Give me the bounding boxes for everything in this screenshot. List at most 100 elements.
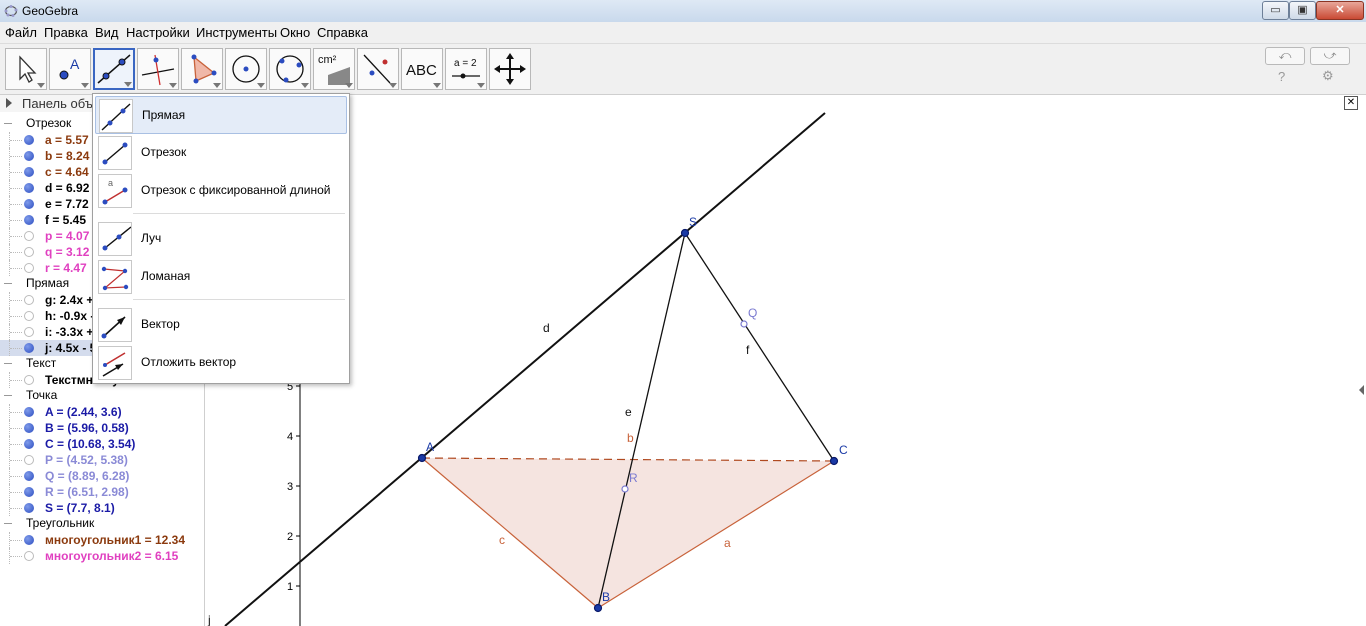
category-header[interactable]: Прямая <box>26 276 69 290</box>
line-tool-button[interactable] <box>93 48 135 90</box>
text-tool-button[interactable]: ABC <box>401 48 443 90</box>
redo-button[interactable]: ⤻ <box>1310 47 1350 65</box>
visibility-toggle-icon[interactable] <box>24 151 34 161</box>
algebra-row[interactable]: многоугольник1 = 12.34 <box>0 532 204 548</box>
visibility-toggle-icon[interactable] <box>24 535 34 545</box>
visibility-toggle-icon[interactable] <box>24 503 34 513</box>
category-header[interactable]: Отрезок <box>26 116 71 130</box>
dropdown-label: Ломаная <box>141 269 191 283</box>
point-S[interactable] <box>680 228 690 238</box>
visibility-toggle-icon[interactable] <box>24 135 34 145</box>
maximize-button[interactable]: ▣ <box>1289 1 1316 20</box>
visibility-toggle-icon[interactable] <box>24 295 34 305</box>
visibility-toggle-icon[interactable] <box>24 327 34 337</box>
algebra-object-text: i: -3.3x + <box>45 325 94 339</box>
slider-tool-button[interactable]: a = 2 <box>445 48 487 90</box>
visibility-toggle-icon[interactable] <box>24 215 34 225</box>
visibility-toggle-icon[interactable] <box>24 407 34 417</box>
menu-edit[interactable]: Правка <box>44 25 88 40</box>
point-C[interactable] <box>829 456 839 466</box>
circle-tool-button[interactable] <box>225 48 267 90</box>
object-label: j <box>207 613 211 626</box>
move-tool-button[interactable] <box>5 48 47 90</box>
algebra-row[interactable]: многоугольник2 = 6.15 <box>0 548 204 564</box>
algebra-row[interactable]: A = (2.44, 3.6) <box>0 404 204 420</box>
visibility-toggle-icon[interactable] <box>24 455 34 465</box>
minimize-button[interactable]: ▭ <box>1262 1 1289 20</box>
side-panel-arrow-icon[interactable] <box>1359 385 1364 395</box>
visibility-toggle-icon[interactable] <box>24 551 34 561</box>
menu-settings[interactable]: Настройки <box>126 25 190 40</box>
menu-file[interactable]: Файл <box>5 25 37 40</box>
collapse-category-icon[interactable] <box>4 395 12 396</box>
visibility-toggle-icon[interactable] <box>24 343 34 353</box>
category-header[interactable]: Текст <box>26 356 56 370</box>
graphics-view[interactable]: 54321 SQACRBdfebcaj ✕ <box>205 95 1366 626</box>
point-R[interactable] <box>621 485 629 493</box>
dropdown-item-line[interactable]: Прямая <box>95 96 347 134</box>
menu-tools[interactable]: Инструменты <box>196 25 277 40</box>
category-header[interactable]: Треугольник <box>26 516 94 530</box>
polyline-icon <box>98 260 132 294</box>
construction-canvas[interactable]: 54321 SQA CRBdfebc aj <box>205 95 1366 626</box>
menu-window[interactable]: Окно <box>280 25 310 40</box>
menu-help[interactable]: Справка <box>317 25 368 40</box>
toolbar: A cm² ABC a = 2 ⤺ ⤻ ? ⚙ <box>0 44 1366 95</box>
algebra-row[interactable]: Q = (8.89, 6.28) <box>0 468 204 484</box>
reflect-tool-button[interactable] <box>357 48 399 90</box>
visibility-toggle-icon[interactable] <box>24 183 34 193</box>
area-tool-button[interactable]: cm² <box>313 48 355 90</box>
algebra-object-text: S = (7.7, 8.1) <box>45 501 115 515</box>
collapse-category-icon[interactable] <box>4 283 12 284</box>
visibility-toggle-icon[interactable] <box>24 423 34 433</box>
algebra-row[interactable]: P = (4.52, 5.38) <box>0 452 204 468</box>
undo-button[interactable]: ⤺ <box>1265 47 1305 65</box>
algebra-object-text: c = 4.64 <box>45 165 89 179</box>
polygon-tool-button[interactable] <box>181 48 223 90</box>
dropdown-item-polyline[interactable]: Ломаная <box>95 258 347 294</box>
settings-gear-icon[interactable]: ⚙ <box>1322 68 1334 84</box>
visibility-toggle-icon[interactable] <box>24 471 34 481</box>
category-header[interactable]: Точка <box>26 388 57 402</box>
dropdown-item-vector[interactable]: Вектор <box>95 306 347 342</box>
dropdown-item-segment-fixed-length[interactable]: a Отрезок с фиксированной длиной <box>95 172 347 208</box>
algebra-row[interactable]: B = (5.96, 0.58) <box>0 420 204 436</box>
y-axis-ticks: 54321 <box>287 381 300 593</box>
algebra-row[interactable]: S = (7.7, 8.1) <box>0 500 204 516</box>
visibility-toggle-icon[interactable] <box>24 375 34 385</box>
algebra-row[interactable]: R = (6.51, 2.98) <box>0 484 204 500</box>
point-B[interactable] <box>593 603 603 613</box>
algebra-object-text: e = 7.72 <box>45 197 89 211</box>
dropdown-item-segment[interactable]: Отрезок <box>95 134 347 170</box>
vector-from-point-icon <box>98 346 132 380</box>
algebra-row[interactable]: C = (10.68, 3.54) <box>0 436 204 452</box>
visibility-toggle-icon[interactable] <box>24 247 34 257</box>
point-tool-button[interactable]: A <box>49 48 91 90</box>
perpendicular-tool-button[interactable] <box>137 48 179 90</box>
svg-text:a: a <box>108 178 113 188</box>
dropdown-item-ray[interactable]: Луч <box>95 220 347 256</box>
close-button[interactable]: ✕ <box>1316 1 1364 20</box>
menu-view[interactable]: Вид <box>95 25 119 40</box>
point-label: B <box>602 590 610 604</box>
point-A[interactable] <box>417 453 427 463</box>
help-button[interactable]: ? <box>1278 69 1285 84</box>
visibility-toggle-icon[interactable] <box>24 311 34 321</box>
visibility-toggle-icon[interactable] <box>24 439 34 449</box>
collapse-category-icon[interactable] <box>4 123 12 124</box>
visibility-toggle-icon[interactable] <box>24 167 34 177</box>
expand-arrow-icon[interactable] <box>6 98 12 108</box>
move-view-tool-button[interactable] <box>489 48 531 90</box>
visibility-toggle-icon[interactable] <box>24 231 34 241</box>
visibility-toggle-icon[interactable] <box>24 199 34 209</box>
close-view-icon[interactable]: ✕ <box>1344 96 1358 110</box>
svg-text:cm²: cm² <box>318 54 337 66</box>
collapse-category-icon[interactable] <box>4 523 12 524</box>
circle-three-points-tool-button[interactable] <box>269 48 311 90</box>
visibility-toggle-icon[interactable] <box>24 263 34 273</box>
collapse-category-icon[interactable] <box>4 363 12 364</box>
title-bar: GeoGebra ▭ ▣ ✕ <box>0 0 1366 23</box>
dropdown-item-vector-from-point[interactable]: Отложить вектор <box>95 344 347 380</box>
point-Q[interactable] <box>740 320 748 328</box>
visibility-toggle-icon[interactable] <box>24 487 34 497</box>
